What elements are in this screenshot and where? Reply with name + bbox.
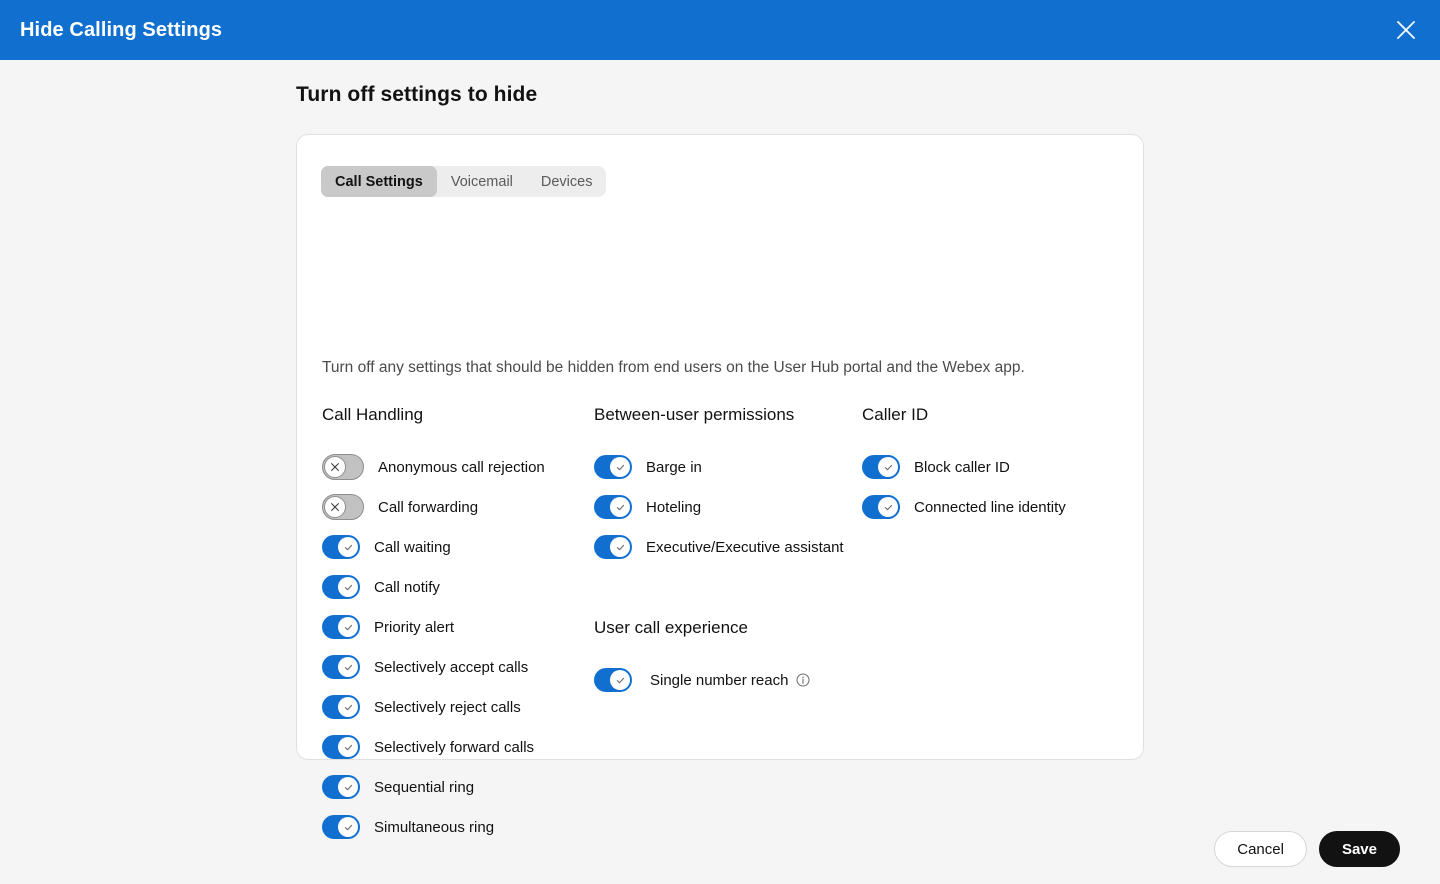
setting-row-hoteling[interactable]: Hoteling xyxy=(594,487,844,527)
dialog-titlebar: Hide Calling Settings xyxy=(0,0,1440,60)
setting-label: Selectively accept calls xyxy=(374,658,529,676)
toggle-knob-on-icon xyxy=(338,617,358,637)
toggle-knob-on-icon xyxy=(338,577,358,597)
setting-label: Connected line identity xyxy=(914,498,1066,516)
group-user-call-experience: User call experience Single number reach xyxy=(594,618,810,700)
dialog-footer: Cancel Save xyxy=(1214,831,1400,867)
toggle-call-waiting[interactable] xyxy=(322,535,360,559)
toggle-knob-on-icon xyxy=(338,777,358,797)
setting-row-block-caller-id[interactable]: Block caller ID xyxy=(862,447,1066,487)
setting-label: Block caller ID xyxy=(914,458,1010,476)
toggle-call-forwarding[interactable] xyxy=(322,494,364,520)
toggle-hoteling[interactable] xyxy=(594,495,632,519)
toggle-knob-on-icon xyxy=(610,537,630,557)
setting-label: Simultaneous ring xyxy=(374,818,495,836)
toggle-knob-on-icon xyxy=(338,817,358,837)
toggle-knob-on-icon xyxy=(338,697,358,717)
setting-row-connected-line-identity[interactable]: Connected line identity xyxy=(862,487,1066,527)
setting-label: Anonymous call rejection xyxy=(378,458,545,476)
setting-row-anonymous-call-rejection[interactable]: Anonymous call rejection xyxy=(322,447,545,487)
group-title-between-user-permissions: Between-user permissions xyxy=(594,405,795,424)
info-icon[interactable] xyxy=(796,673,810,687)
setting-row-executive-assistant[interactable]: Executive/Executive assistant xyxy=(594,527,844,567)
setting-row-call-forwarding[interactable]: Call forwarding xyxy=(322,487,545,527)
setting-row-selectively-forward-calls[interactable]: Selectively forward calls xyxy=(322,727,545,767)
setting-label: Call notify xyxy=(374,578,440,596)
page-title: Turn off settings to hide xyxy=(296,83,538,106)
toggle-call-notify[interactable] xyxy=(322,575,360,599)
group-call-handling: Call Handling Anonymous call rejection C… xyxy=(322,405,545,847)
setting-row-selectively-reject-calls[interactable]: Selectively reject calls xyxy=(322,687,545,727)
group-title-call-handling: Call Handling xyxy=(322,405,424,424)
toggle-knob-on-icon xyxy=(338,537,358,557)
setting-label: Single number reach xyxy=(650,671,789,689)
toggle-selectively-forward-calls[interactable] xyxy=(322,735,360,759)
toggle-barge-in[interactable] xyxy=(594,455,632,479)
toggle-knob-on-icon xyxy=(338,737,358,757)
toggle-knob-on-icon xyxy=(338,657,358,677)
toggle-connected-line-identity[interactable] xyxy=(862,495,900,519)
setting-row-barge-in[interactable]: Barge in xyxy=(594,447,844,487)
close-icon[interactable] xyxy=(1386,10,1426,50)
card-description: Turn off any settings that should be hid… xyxy=(322,359,1025,376)
toggle-knob-off-icon xyxy=(324,456,346,478)
tab-bar: Call Settings Voicemail Devices xyxy=(321,166,607,197)
setting-label: Call waiting xyxy=(374,538,451,556)
toggle-knob-on-icon xyxy=(878,457,898,477)
group-between-user-permissions: Between-user permissions Barge in Hoteli… xyxy=(594,405,844,567)
setting-row-sequential-ring[interactable]: Sequential ring xyxy=(322,767,545,807)
toggle-block-caller-id[interactable] xyxy=(862,455,900,479)
tab-voicemail[interactable]: Voicemail xyxy=(437,166,527,197)
toggle-knob-on-icon xyxy=(878,497,898,517)
setting-row-call-notify[interactable]: Call notify xyxy=(322,567,545,607)
group-title-caller-id: Caller ID xyxy=(862,405,929,424)
setting-label: Selectively forward calls xyxy=(374,738,535,756)
setting-row-call-waiting[interactable]: Call waiting xyxy=(322,527,545,567)
tab-call-settings[interactable]: Call Settings xyxy=(321,166,437,197)
tab-devices[interactable]: Devices xyxy=(527,166,607,197)
setting-row-priority-alert[interactable]: Priority alert xyxy=(322,607,545,647)
setting-label: Sequential ring xyxy=(374,778,475,796)
toggle-selectively-accept-calls[interactable] xyxy=(322,655,360,679)
toggle-knob-on-icon xyxy=(610,670,630,690)
setting-label: Priority alert xyxy=(374,618,455,636)
dialog-title: Hide Calling Settings xyxy=(20,18,223,41)
setting-label: Hoteling xyxy=(646,498,702,516)
hide-calling-settings-dialog: Hide Calling Settings Turn off settings … xyxy=(0,0,1440,884)
toggle-sequential-ring[interactable] xyxy=(322,775,360,799)
setting-row-simultaneous-ring[interactable]: Simultaneous ring xyxy=(322,807,545,847)
setting-row-selectively-accept-calls[interactable]: Selectively accept calls xyxy=(322,647,545,687)
group-caller-id: Caller ID Block caller ID Connected line… xyxy=(862,405,1066,527)
toggle-priority-alert[interactable] xyxy=(322,615,360,639)
setting-row-single-number-reach[interactable]: Single number reach xyxy=(594,660,810,700)
cancel-button[interactable]: Cancel xyxy=(1214,831,1307,867)
toggle-anonymous-call-rejection[interactable] xyxy=(322,454,364,480)
toggle-knob-on-icon xyxy=(610,497,630,517)
save-button[interactable]: Save xyxy=(1318,831,1400,867)
setting-label: Executive/Executive assistant xyxy=(646,538,844,556)
toggle-knob-on-icon xyxy=(610,457,630,477)
toggle-single-number-reach[interactable] xyxy=(594,668,632,692)
setting-label: Call forwarding xyxy=(378,498,479,516)
toggle-simultaneous-ring[interactable] xyxy=(322,815,360,839)
setting-label: Barge in xyxy=(646,458,702,476)
toggle-executive-assistant[interactable] xyxy=(594,535,632,559)
group-title-user-call-experience: User call experience xyxy=(594,618,749,637)
setting-label: Selectively reject calls xyxy=(374,698,521,716)
toggle-selectively-reject-calls[interactable] xyxy=(322,695,360,719)
toggle-knob-off-icon xyxy=(324,496,346,518)
settings-card: Call Settings Voicemail Devices Turn off… xyxy=(296,134,1144,839)
